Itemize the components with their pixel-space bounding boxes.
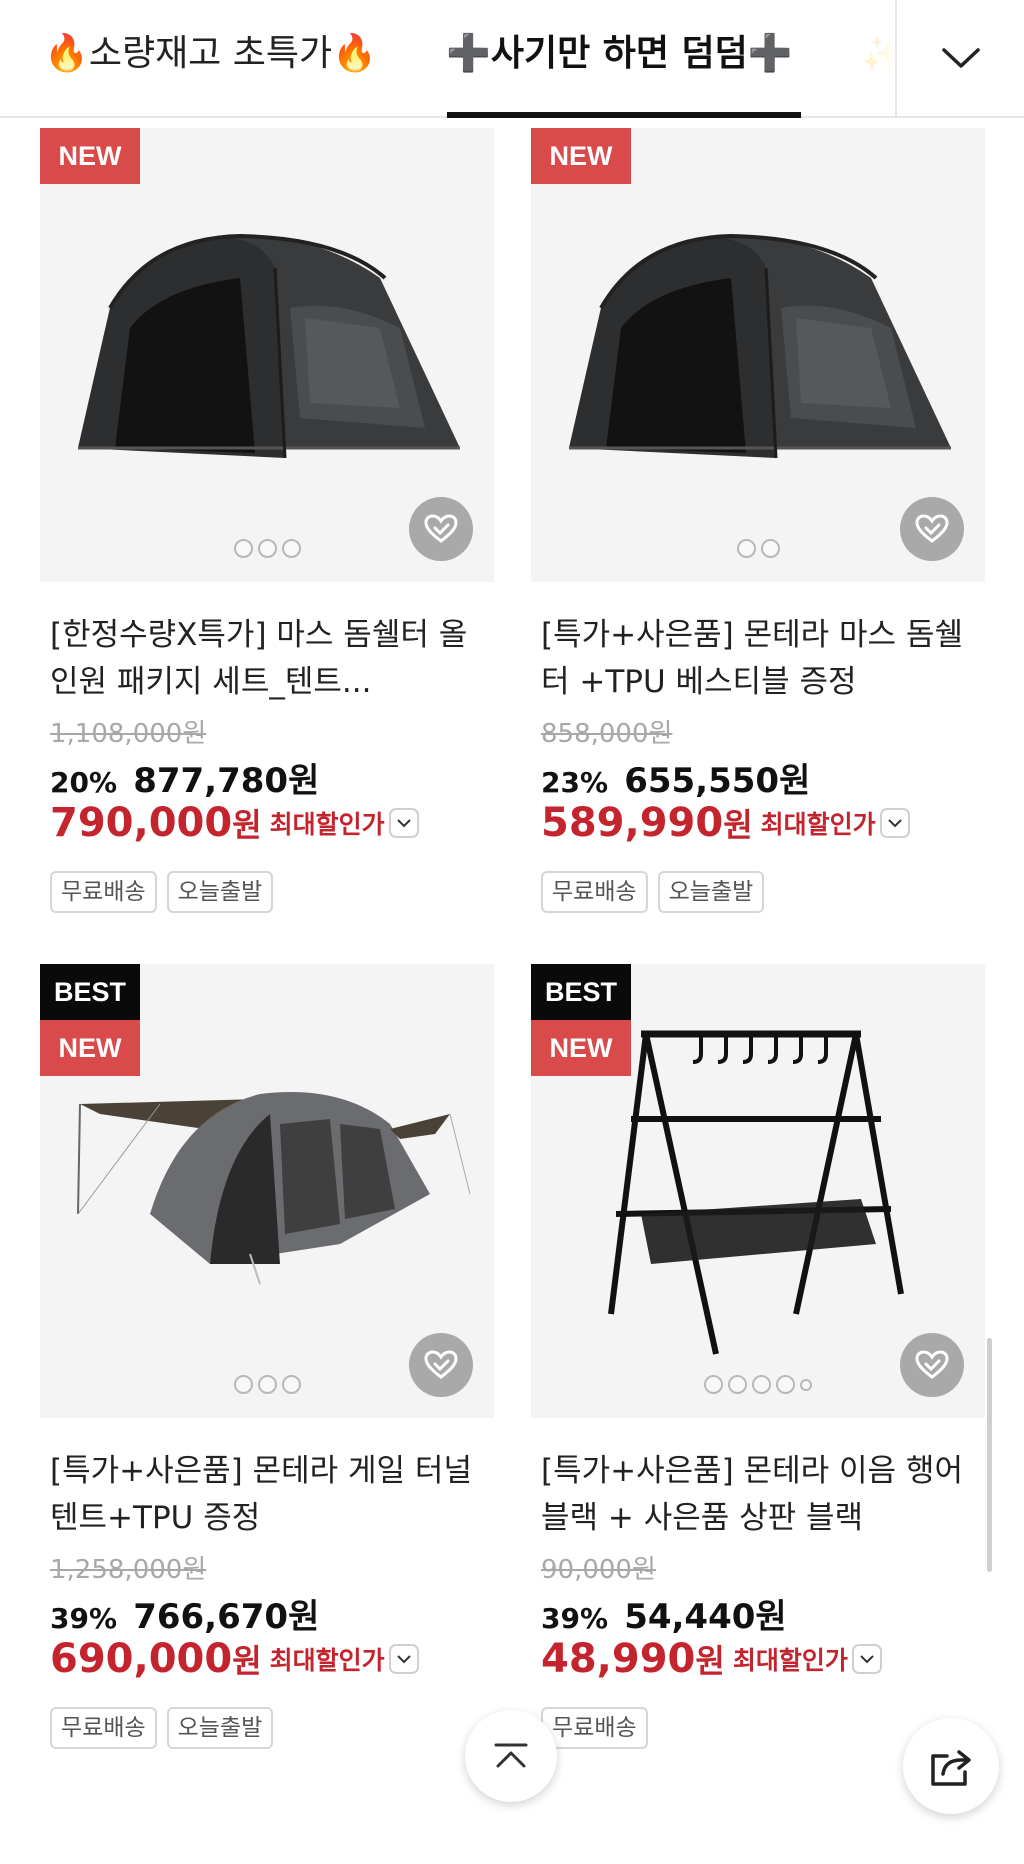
original-price: 858,000원	[541, 719, 673, 749]
heart-check-icon	[915, 1350, 949, 1379]
chevron-down-icon	[860, 1655, 874, 1664]
pagination-dot	[233, 539, 253, 558]
pagination-dot	[257, 1375, 277, 1394]
product-card[interactable]: NEW [한정수량X특가] 마스 돔쉘터 올인원 패키지 세트_텐트... 1,…	[40, 128, 494, 928]
original-price: 90,000원	[541, 1555, 656, 1585]
category-tab-bar: 🔥소량재고 초특가🔥 ➕사기만 하면 덤덤➕ ✨	[0, 0, 1024, 118]
chevron-down-icon	[941, 48, 980, 68]
scrollbar[interactable]	[987, 1338, 992, 1572]
pagination-dot	[728, 1375, 747, 1394]
max-discount-expand-button[interactable]	[388, 808, 419, 838]
shipping-tags: 무료배송 오늘출발	[50, 1707, 274, 1749]
wishlist-button[interactable]	[900, 1333, 964, 1397]
pagination-dot	[704, 1375, 723, 1394]
product-title[interactable]: [특가+사은품] 몬테라 이음 행어 블랙 + 사은품 상판 블랙	[541, 1448, 975, 1542]
sale-price-line: 39% 766,670원	[50, 1589, 319, 1638]
discount-percent: 39%	[541, 1602, 609, 1635]
pagination-dot	[281, 539, 301, 558]
new-badge: NEW	[531, 1020, 631, 1076]
new-badge: NEW	[40, 128, 140, 184]
shipping-tags: 무료배송	[541, 1707, 648, 1749]
same-day-dispatch-tag: 오늘출발	[166, 1707, 274, 1749]
wishlist-button[interactable]	[900, 497, 964, 561]
shipping-tags: 무료배송 오늘출발	[50, 871, 274, 913]
tab-fade-overlay	[840, 0, 896, 116]
product-title[interactable]: [특가+사은품] 몬테라 게일 터널텐트+TPU 증정	[50, 1448, 484, 1542]
discount-percent: 39%	[50, 1602, 118, 1635]
max-discount-price: 48,990	[541, 1636, 696, 1682]
free-shipping-tag: 무료배송	[50, 871, 157, 913]
discount-percent: 23%	[541, 766, 609, 799]
tab-expand-button[interactable]	[895, 0, 1024, 116]
product-card[interactable]: NEW [특가+사은품] 몬테라 마스 돔쉘터 +TPU 베스티블 증정 858…	[531, 128, 985, 928]
max-discount-line: 48,990 원 최대할인가	[541, 1636, 882, 1682]
same-day-dispatch-tag: 오늘출발	[166, 871, 274, 913]
max-discount-label: 최대할인가	[269, 1646, 385, 1675]
max-discount-expand-button[interactable]	[388, 1644, 419, 1674]
pagination-dot	[281, 1375, 301, 1394]
free-shipping-tag: 무료배송	[541, 1707, 648, 1749]
free-shipping-tag: 무료배송	[50, 1707, 157, 1749]
share-icon	[931, 1750, 971, 1786]
max-discount-expand-button[interactable]	[879, 808, 910, 838]
best-badge: BEST	[531, 964, 631, 1020]
heart-check-icon	[424, 1350, 458, 1379]
pagination-dot	[233, 1375, 253, 1394]
pagination-dot	[760, 539, 780, 558]
wishlist-button[interactable]	[409, 1333, 473, 1397]
original-price: 1,258,000원	[50, 1555, 207, 1585]
currency-unit: 원	[232, 806, 262, 844]
active-tab-indicator	[447, 112, 801, 118]
max-discount-price: 690,000	[50, 1636, 233, 1682]
original-price: 1,108,000원	[50, 719, 207, 749]
heart-check-icon	[915, 514, 949, 543]
max-discount-line: 790,000 원 최대할인가	[50, 800, 419, 846]
tab-clearance-sale[interactable]: 🔥소량재고 초특가🔥	[44, 24, 377, 84]
sale-price: 655,550원	[624, 761, 811, 801]
currency-unit: 원	[723, 806, 753, 844]
pagination-dot	[800, 1379, 812, 1391]
product-card[interactable]: BEST NEW [특가+사은품] 몬테라 게일 터널텐트+TPU 증정 1,2…	[40, 964, 494, 1764]
max-discount-line: 690,000 원 최대할인가	[50, 1636, 419, 1682]
heart-check-icon	[424, 514, 458, 543]
max-discount-label: 최대할인가	[269, 810, 385, 839]
free-shipping-tag: 무료배송	[541, 871, 648, 913]
sale-price-line: 39% 54,440원	[541, 1589, 787, 1638]
scroll-to-top-button[interactable]	[465, 1710, 557, 1802]
sale-price: 877,780원	[133, 761, 320, 801]
max-discount-label: 최대할인가	[760, 810, 876, 839]
same-day-dispatch-tag: 오늘출발	[657, 871, 765, 913]
discount-percent: 20%	[50, 766, 118, 799]
pagination-dot	[736, 539, 756, 558]
product-title[interactable]: [특가+사은품] 몬테라 마스 돔쉘터 +TPU 베스티블 증정	[541, 612, 975, 706]
tab-gift-bundle[interactable]: ➕사기만 하면 덤덤➕	[446, 24, 793, 84]
wishlist-button[interactable]	[409, 497, 473, 561]
product-card[interactable]: BEST NEW [특가+사은품] 몬테라 이음 행어 블랙 + 사은품 상판 …	[531, 964, 985, 1764]
sale-price: 766,670원	[133, 1597, 320, 1637]
new-badge: NEW	[531, 128, 631, 184]
sale-price-line: 23% 655,550원	[541, 753, 810, 802]
currency-unit: 원	[695, 1642, 725, 1680]
pagination-dot	[752, 1375, 771, 1394]
share-button[interactable]	[903, 1718, 999, 1814]
pagination-dot	[257, 539, 277, 558]
best-badge: BEST	[40, 964, 140, 1020]
chevron-down-icon	[396, 819, 411, 828]
sale-price: 54,440원	[624, 1597, 787, 1637]
pagination-dot	[776, 1375, 795, 1394]
max-discount-expand-button[interactable]	[851, 1644, 882, 1674]
max-discount-line: 589,990 원 최대할인가	[541, 800, 910, 846]
product-title[interactable]: [한정수량X특가] 마스 돔쉘터 올인원 패키지 세트_텐트...	[50, 612, 484, 706]
max-discount-price: 790,000	[50, 800, 233, 846]
max-discount-price: 589,990	[541, 800, 724, 846]
sale-price-line: 20% 877,780원	[50, 753, 319, 802]
new-badge: NEW	[40, 1020, 140, 1076]
chevron-down-icon	[396, 1655, 411, 1664]
currency-unit: 원	[232, 1642, 262, 1680]
chevron-down-icon	[887, 819, 902, 828]
max-discount-label: 최대할인가	[732, 1646, 848, 1675]
shipping-tags: 무료배송 오늘출발	[541, 871, 765, 913]
arrow-up-bar-icon	[494, 1743, 528, 1768]
